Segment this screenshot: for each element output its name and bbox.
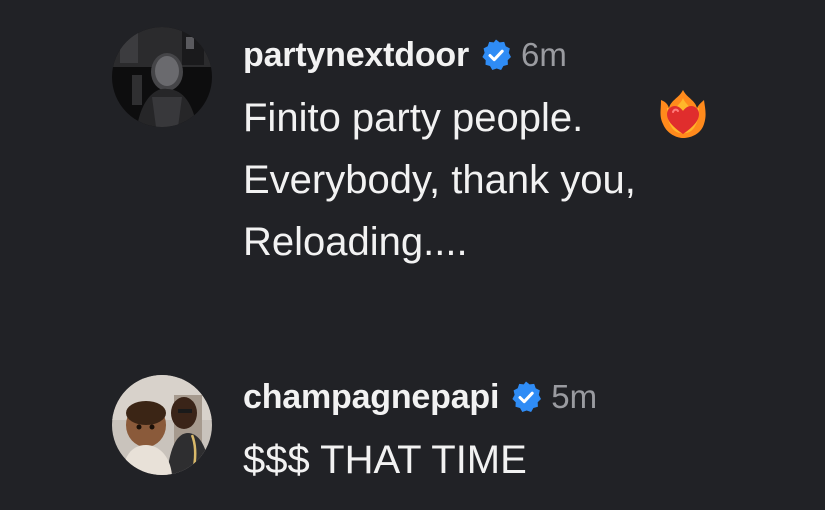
username[interactable]: partynextdoor (243, 36, 469, 75)
heart-on-fire-icon (657, 88, 709, 140)
username[interactable]: champagnepapi (243, 378, 499, 417)
comment-text-line: Everybody, thank you, (243, 158, 636, 202)
comment-text-line: Reloading.... (243, 220, 468, 264)
verified-badge-icon (509, 380, 543, 414)
comment-item: partynextdoor 6m Finito party people. Ev… (0, 0, 825, 330)
comment-text-line: Finito party people. (243, 96, 584, 140)
comment-header: champagnepapi 5m (243, 377, 597, 417)
comment-text-line: $$$ THAT TIME (243, 438, 527, 482)
comment-header: partynextdoor 6m (243, 35, 567, 75)
comment-item: champagnepapi 5m $$$ THAT TIME (0, 330, 825, 510)
avatar[interactable] (112, 375, 212, 475)
timestamp: 5m (551, 378, 598, 415)
avatar[interactable] (112, 27, 212, 127)
verified-badge-icon (479, 38, 513, 72)
timestamp: 6m (521, 36, 567, 73)
